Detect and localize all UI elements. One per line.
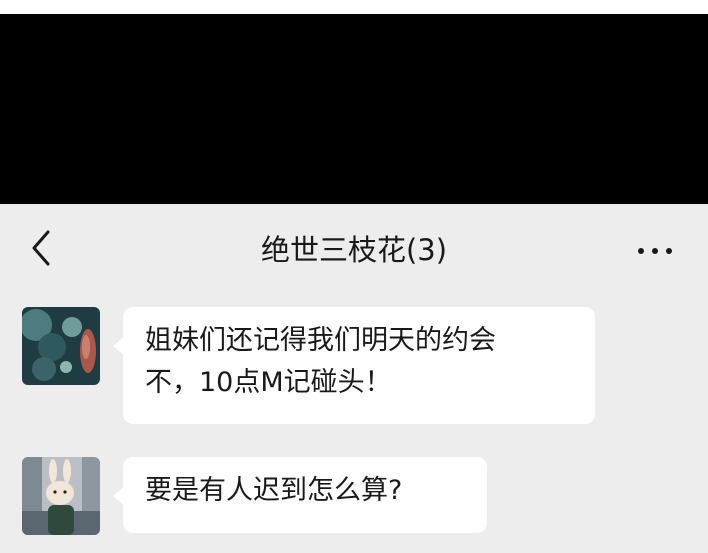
ellipsis-icon-dot xyxy=(638,248,644,254)
avatar-image xyxy=(22,307,100,385)
ellipsis-icon-dot xyxy=(652,248,658,254)
message-bubble[interactable]: 要是有人迟到怎么算? xyxy=(113,457,487,533)
message-bubble[interactable]: 姐妹们还记得我们明天的约会 不，10点M记碰头！ xyxy=(113,307,595,424)
more-button[interactable] xyxy=(632,232,678,268)
avatar[interactable] xyxy=(22,457,100,535)
avatar-image xyxy=(22,457,100,535)
ellipsis-icon-dot xyxy=(666,248,672,254)
chat-title: 绝世三枝花(3) xyxy=(260,233,448,267)
black-banner xyxy=(0,14,708,204)
message-text: 姐妹们还记得我们明天的约会 xyxy=(145,325,496,356)
message-text: 不，10点M记碰头！ xyxy=(145,367,392,398)
nav-bar: 绝世三枝花(3) xyxy=(0,204,708,292)
message-row: 要是有人迟到怎么算? xyxy=(0,457,708,547)
message-row: 姐妹们还记得我们明天的约会 不，10点M记碰头！ xyxy=(0,307,708,427)
avatar[interactable] xyxy=(22,307,100,385)
chat-screen: 绝世三枝花(3) 姐妹们还记得我们明天的约会 不，10点M记碰头！ 要是有人迟到… xyxy=(0,204,708,553)
message-text: 要是有人迟到怎么算? xyxy=(145,475,403,506)
